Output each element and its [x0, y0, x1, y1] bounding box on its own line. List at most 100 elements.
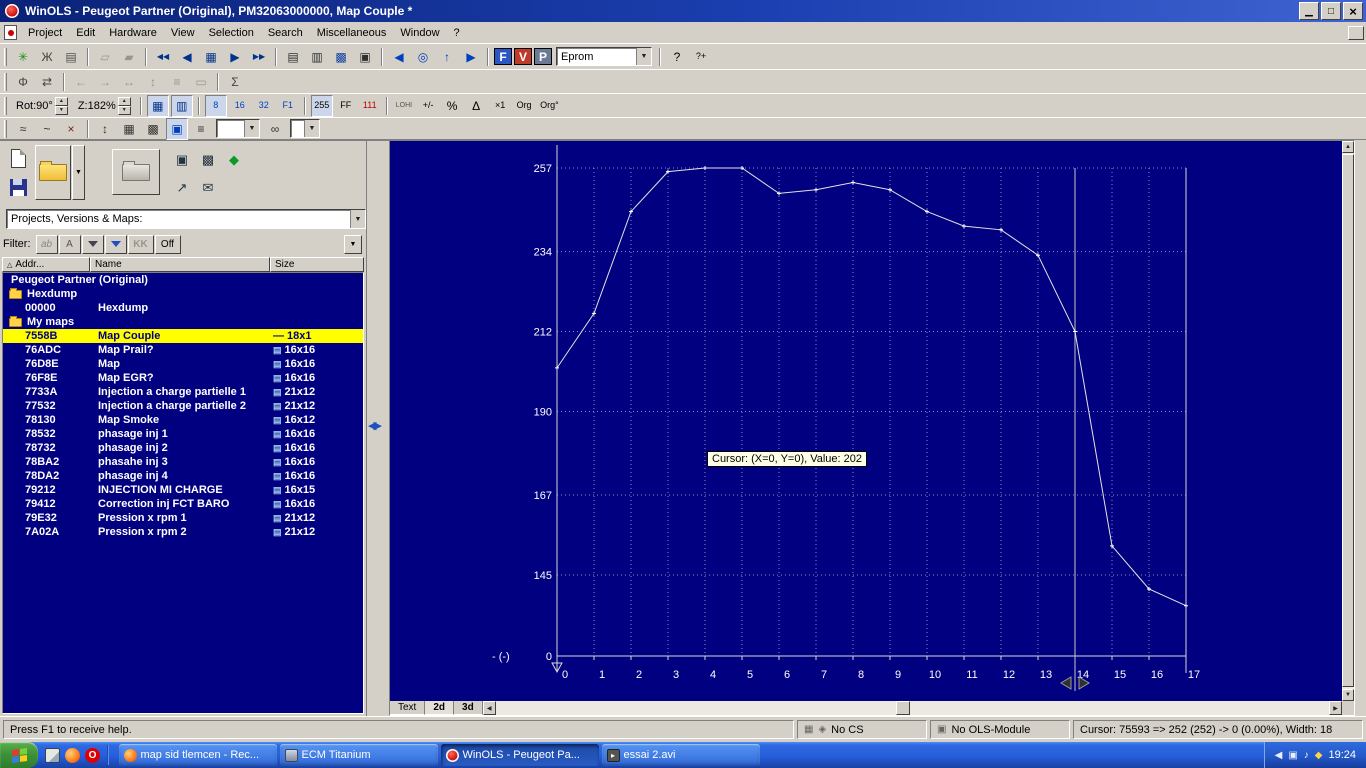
cascade-windows-icon[interactable]: ▩ — [142, 118, 164, 140]
text-view-icon[interactable]: ▥ — [306, 46, 328, 68]
menu-item-window[interactable]: Window — [393, 25, 446, 41]
zoom-down-icon[interactable]: ▼ — [117, 105, 131, 115]
factor-icon[interactable]: ×1 — [489, 95, 511, 117]
map-row[interactable]: 79E32 Pression x rpm 1 ▤ 21x12 — [3, 511, 363, 525]
splitter-collapse-icon[interactable]: ◀▶ — [368, 419, 382, 432]
resync-icon[interactable]: ↕ — [94, 118, 116, 140]
map-row[interactable]: 78732 phasage inj 2 ▤ 16x16 — [3, 441, 363, 455]
bits-8-icon[interactable]: 8 — [204, 94, 227, 117]
up-icon[interactable]: ↑ — [436, 46, 458, 68]
mdi-child-button[interactable] — [1348, 25, 1364, 40]
signal-2d-icon[interactable]: ≈ — [12, 118, 34, 140]
align-h-icon[interactable]: ↔ — [118, 71, 140, 93]
map-row[interactable]: 78532 phasage inj 1 ▤ 16x16 — [3, 427, 363, 441]
filter-off-button[interactable]: Off — [154, 234, 181, 254]
sign-icon[interactable]: +/- — [417, 95, 439, 117]
format-bin-icon[interactable]: 111 — [359, 95, 381, 117]
task-button-essai-2-avi[interactable]: ▸ essai 2.avi — [601, 744, 760, 766]
toolbar-grip[interactable] — [4, 72, 7, 91]
map-2d-chart[interactable]: 0 1 2 3 4 5 6 7 8 9 10 11 12 13 14 15 16 1725723421219016… — [390, 141, 1344, 703]
toolbar-grip[interactable] — [4, 96, 7, 115]
map-view-icon[interactable]: ▣ — [166, 117, 188, 140]
map-row[interactable]: 00000 Hexdump — [3, 301, 363, 315]
horizontal-scroll-thumb[interactable] — [895, 701, 910, 715]
axis-select[interactable]: ▼ — [216, 119, 260, 138]
open-project-button[interactable] — [35, 145, 71, 200]
alert-icon[interactable]: ◆ — [1315, 750, 1323, 761]
volume-icon[interactable]: ♪ — [1304, 750, 1309, 761]
map-row[interactable]: 7733A Injection a charge partielle 1 ▤ 21x1… — [3, 385, 363, 399]
tab-2d[interactable]: 2d — [425, 701, 455, 715]
tree-folder-row[interactable]: My maps — [3, 315, 363, 329]
tree-mode-select[interactable]: Projects, Versions & Maps: ▼ — [6, 209, 366, 229]
value-select[interactable]: ▼ — [290, 119, 320, 138]
bug-icon[interactable]: Ж — [36, 46, 58, 68]
original-window-icon[interactable]: Org° — [537, 95, 562, 117]
menu-item-selection[interactable]: Selection — [202, 25, 261, 41]
format-dec-icon[interactable]: 255 — [310, 94, 333, 117]
map-row[interactable]: 77532 Injection a charge partielle 2 ▤ 21x1… — [3, 399, 363, 413]
map-row[interactable]: 78BA2 phasahe inj 3 ▤ 16x16 — [3, 455, 363, 469]
minimize-button[interactable]: ▁ — [1299, 2, 1319, 20]
scroll-up-icon[interactable]: ▲ — [1342, 141, 1354, 153]
map-row[interactable]: 7A02A Pression x rpm 2 ▤ 21x12 — [3, 525, 363, 539]
paste-icon[interactable]: ▰ — [118, 46, 140, 68]
save-button[interactable] — [5, 174, 31, 200]
search-maps-icon[interactable]: ▩ — [330, 46, 352, 68]
rotation-up-icon[interactable]: ▲ — [54, 96, 68, 106]
grid-table-icon[interactable]: ▥ — [170, 94, 193, 117]
delta-icon[interactable]: Δ — [465, 95, 487, 117]
scroll-down-icon[interactable]: ▼ — [1342, 689, 1354, 701]
column-name[interactable]: Name — [90, 257, 270, 272]
align-v-icon[interactable]: ↕ — [142, 71, 164, 93]
cursor-left-arrow-icon[interactable] — [1060, 676, 1072, 690]
data-point-marker[interactable] — [703, 166, 707, 170]
checksum-v-icon[interactable]: V — [514, 48, 532, 65]
cols-icon[interactable]: ▭ — [190, 71, 212, 93]
menu-item-project[interactable]: Project — [21, 25, 69, 41]
gem-button[interactable]: ◆ — [222, 147, 246, 171]
filter-map-funnel-button[interactable] — [104, 234, 127, 254]
language-icon[interactable]: ▣ — [1288, 750, 1297, 761]
new-project-button[interactable] — [5, 145, 31, 171]
map-table-icon[interactable]: ▦ — [200, 46, 222, 68]
data-point-marker[interactable] — [1073, 329, 1077, 334]
rotation-stepper[interactable]: Rot:90° ▲ ▼ — [14, 96, 70, 116]
next-map-icon[interactable]: ▶ — [224, 46, 246, 68]
send-mail-button[interactable]: ✉ — [196, 175, 220, 199]
maximize-button[interactable]: □ — [1321, 2, 1341, 20]
tab-text[interactable]: Text — [390, 701, 426, 715]
vertical-scroll-thumb[interactable] — [1342, 154, 1354, 687]
percent-icon[interactable]: % — [441, 95, 463, 117]
panel-splitter[interactable]: ◀▶ — [366, 140, 389, 716]
new-window-button[interactable]: ▣ — [170, 147, 194, 171]
filter-kk-button[interactable]: KK — [127, 234, 154, 254]
data-point-marker[interactable] — [962, 224, 966, 229]
zoom-up-icon[interactable]: ▲ — [117, 96, 131, 106]
filter-text-button[interactable]: ab — [35, 234, 58, 254]
data-point-marker[interactable] — [1184, 603, 1188, 608]
checksum-p-icon[interactable]: P — [534, 48, 552, 65]
prev-map-icon[interactable]: ◀ — [176, 46, 198, 68]
close-button[interactable]: × — [1343, 2, 1363, 20]
map-row[interactable]: 76D8E Map ▤ 16x16 — [3, 357, 363, 371]
bits-float-icon[interactable]: F1 — [277, 95, 299, 117]
map-row[interactable]: 78130 Map Smoke ▤ 16x12 — [3, 413, 363, 427]
start-button[interactable] — [0, 742, 38, 768]
toolbar-grip[interactable] — [4, 47, 7, 66]
align-right-icon[interactable]: → — [94, 71, 116, 93]
menu-item-edit[interactable]: Edit — [69, 25, 102, 41]
data-point-marker[interactable] — [814, 187, 818, 192]
rotation-down-icon[interactable]: ▼ — [54, 105, 68, 115]
last-map-icon[interactable]: ▶▶ — [248, 46, 270, 68]
remove-icon[interactable]: × — [60, 118, 82, 140]
list-view-icon[interactable]: ≡ — [190, 118, 212, 140]
sum-icon[interactable]: Σ — [224, 71, 246, 93]
vertical-scrollbar[interactable]: ▲ ▼ — [1342, 141, 1354, 701]
align-left-icon[interactable]: ← — [70, 71, 92, 93]
checksum-f-icon[interactable]: F — [494, 48, 512, 65]
combo-arrow-icon[interactable]: ▼ — [244, 120, 259, 137]
forward-icon[interactable]: ▶ — [460, 46, 482, 68]
map-row[interactable]: 78DA2 phasage inj 4 ▤ 16x16 — [3, 469, 363, 483]
grid-2d-icon[interactable]: ▦ — [146, 94, 169, 117]
